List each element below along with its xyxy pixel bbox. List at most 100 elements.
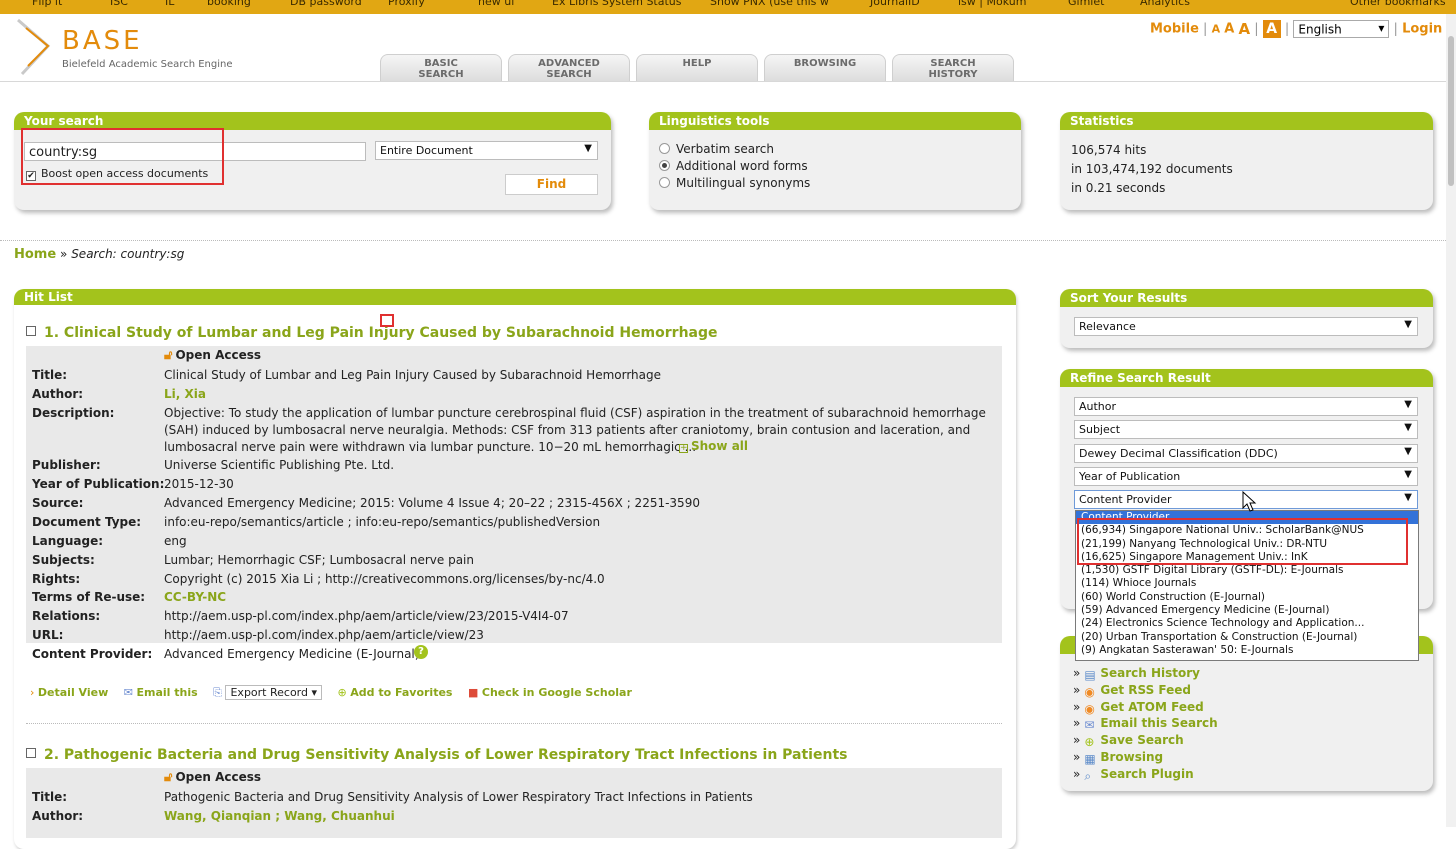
refine-author-select[interactable]: Author ▼ bbox=[1074, 397, 1418, 416]
field-key: Description: bbox=[32, 406, 115, 420]
font-size-medium[interactable]: A bbox=[1224, 22, 1234, 37]
tab-help[interactable]: HELP bbox=[636, 54, 758, 82]
page-scrollbar[interactable] bbox=[1446, 14, 1456, 827]
tool-link-label: Get RSS Feed bbox=[1100, 682, 1191, 697]
sort-select[interactable]: Relevance ▼ bbox=[1074, 317, 1418, 336]
radio-verbatim[interactable]: Verbatim search bbox=[659, 142, 774, 156]
show-all-label: Show all bbox=[691, 439, 749, 453]
login-link[interactable]: Login bbox=[1402, 22, 1442, 37]
font-size-large[interactable]: A bbox=[1238, 20, 1250, 38]
tool-link[interactable]: » ⌕ Search Plugin bbox=[1073, 767, 1194, 782]
tab-browsing[interactable]: BROWSING bbox=[764, 54, 886, 82]
refine-ddc-select[interactable]: Dewey Decimal Classification (DDC) ▼ bbox=[1074, 444, 1418, 463]
dropdown-option[interactable]: (1,530) GSTF Digital Library (GSTF-DL): … bbox=[1076, 564, 1418, 577]
scrollbar-thumb[interactable] bbox=[1448, 36, 1454, 186]
contrast-toggle[interactable]: A bbox=[1262, 20, 1281, 38]
bookmark[interactable]: Gimlet bbox=[1068, 0, 1104, 8]
language-select[interactable]: English bbox=[1293, 20, 1390, 38]
tool-link[interactable]: » ◉ Get ATOM Feed bbox=[1073, 700, 1204, 715]
annotation-highlight bbox=[1077, 518, 1408, 565]
add-favorites-link[interactable]: Add to Favorites bbox=[350, 686, 452, 699]
bookmark[interactable]: ISC bbox=[110, 0, 128, 8]
base-logo-icon bbox=[17, 18, 51, 76]
tab-basic-search[interactable]: BASIC SEARCH bbox=[380, 54, 502, 82]
bookmark[interactable]: DB password bbox=[290, 0, 362, 8]
tool-link[interactable]: » ⊕ Save Search bbox=[1073, 733, 1184, 748]
help-icon[interactable]: ? bbox=[414, 645, 428, 659]
mobile-link[interactable]: Mobile bbox=[1150, 22, 1199, 37]
bookmark[interactable]: Flip it bbox=[32, 0, 62, 8]
bookmark[interactable]: new ui bbox=[478, 0, 514, 8]
select-hit-checkbox[interactable] bbox=[26, 326, 36, 336]
tool-link-label: Get ATOM Feed bbox=[1100, 699, 1204, 714]
refine-year-select[interactable]: Year of Publication ▼ bbox=[1074, 467, 1418, 486]
mouse-cursor-icon bbox=[1242, 491, 1257, 512]
chevron-down-icon: ▼ bbox=[1404, 446, 1412, 457]
base-logo[interactable]: BASE Bielefeld Academic Search Engine bbox=[14, 16, 244, 76]
logo-subtitle: Bielefeld Academic Search Engine bbox=[62, 59, 233, 70]
dropdown-option[interactable]: (24) Electronics Science Technology and … bbox=[1076, 617, 1418, 630]
browsing-icon: ▦ bbox=[1084, 752, 1096, 766]
atom-feed-icon: ◉ bbox=[1084, 701, 1095, 716]
field-value[interactable]: Li, Xia bbox=[164, 387, 206, 401]
field-value: Advanced Emergency Medicine; 2015: Volum… bbox=[164, 496, 700, 510]
tool-link[interactable]: » ▦ Browsing bbox=[1073, 750, 1163, 765]
export-record-select[interactable]: Export Record ▾ bbox=[225, 685, 323, 700]
font-size-small[interactable]: A bbox=[1212, 23, 1221, 36]
field-key: Content Provider: bbox=[32, 647, 153, 661]
field-value: lumbosacral nerve pain were withdrawn vi… bbox=[164, 440, 697, 454]
tool-link[interactable]: » ◉ Get RSS Feed bbox=[1073, 683, 1191, 698]
breadcrumb-home[interactable]: Home bbox=[14, 247, 56, 262]
bookmark[interactable]: isw | Mokum bbox=[958, 0, 1026, 8]
bullet: » bbox=[1073, 699, 1081, 714]
bookmark[interactable]: IL bbox=[165, 0, 174, 8]
search-scope-select[interactable]: Entire Document ▼ bbox=[375, 141, 598, 160]
find-button[interactable]: Find bbox=[505, 174, 598, 195]
export-record-label: Export Record bbox=[230, 686, 308, 699]
hit-title-link[interactable]: 2. Pathogenic Bacteria and Drug Sensitiv… bbox=[44, 747, 847, 763]
tab-advanced-search[interactable]: ADVANCED SEARCH bbox=[508, 54, 630, 82]
field-key: Title: bbox=[32, 790, 68, 804]
field-value: 2015-12-30 bbox=[164, 477, 234, 491]
export-icon: ⎘ bbox=[213, 686, 222, 699]
google-scholar-link[interactable]: Check in Google Scholar bbox=[482, 686, 632, 699]
dropdown-option[interactable]: (20) Urban Transportation & Construction… bbox=[1076, 631, 1418, 644]
bookmark[interactable]: Proxify bbox=[388, 0, 425, 8]
show-all-link[interactable]: + Show all bbox=[679, 439, 748, 453]
tool-link[interactable]: » ▤ Search History bbox=[1073, 666, 1200, 681]
dropdown-option[interactable]: (114) Whioce Journals bbox=[1076, 577, 1418, 590]
radio-multilingual[interactable]: Multilingual synonyms bbox=[659, 176, 810, 190]
radio-button[interactable] bbox=[659, 160, 670, 171]
bookmark[interactable]: JournalID bbox=[870, 0, 920, 8]
field-value: http://aem.usp-pl.com/index.php/aem/arti… bbox=[164, 628, 484, 642]
chevron-down-icon: ▼ bbox=[1404, 469, 1412, 480]
field-value[interactable]: Wang, Qianqian ; Wang, Chuanhui bbox=[164, 809, 395, 823]
field-value[interactable]: CC-BY-NC bbox=[164, 590, 226, 604]
field-value: Objective: To study the application of l… bbox=[164, 406, 986, 420]
field-key: Title: bbox=[32, 368, 68, 382]
refine-subject-select[interactable]: Subject ▼ bbox=[1074, 420, 1418, 439]
select-hit-checkbox[interactable] bbox=[26, 748, 36, 758]
radio-word-forms[interactable]: Additional word forms bbox=[659, 159, 808, 173]
dropdown-option[interactable]: (9) Angkatan Sasterawan' 50: E-Journals bbox=[1076, 644, 1418, 657]
bullet: » bbox=[1073, 733, 1081, 748]
bookmark[interactable]: Ex Libris System Status bbox=[552, 0, 682, 8]
bookmark[interactable]: Analytics bbox=[1140, 0, 1190, 8]
tab-search-history[interactable]: SEARCH HISTORY bbox=[892, 54, 1014, 82]
bookmark[interactable]: Show PNX (use this w bbox=[710, 0, 829, 8]
chevron-down-icon: ▼ bbox=[1404, 492, 1412, 503]
dropdown-option[interactable]: (59) Advanced Emergency Medicine (E-Jour… bbox=[1076, 604, 1418, 617]
bookmark[interactable]: Other bookmarks bbox=[1350, 0, 1446, 8]
statistics-panel: Statistics 106,574 hits in 103,474,192 d… bbox=[1060, 112, 1433, 210]
detail-view-link[interactable]: Detail View bbox=[38, 686, 108, 699]
radio-label: Additional word forms bbox=[676, 159, 808, 173]
radio-button[interactable] bbox=[659, 177, 670, 188]
email-link[interactable]: Email this bbox=[136, 686, 197, 699]
dropdown-option[interactable]: (60) World Construction (E-Journal) bbox=[1076, 591, 1418, 604]
hit-title-link[interactable]: 1. Clinical Study of Lumbar and Leg Pain… bbox=[44, 325, 718, 341]
bookmark[interactable]: booking bbox=[207, 0, 251, 8]
radio-label: Verbatim search bbox=[676, 142, 774, 156]
radio-button[interactable] bbox=[659, 143, 670, 154]
tool-link[interactable]: » ✉ Email this Search bbox=[1073, 716, 1218, 731]
refine-select-value: Author bbox=[1079, 400, 1117, 413]
